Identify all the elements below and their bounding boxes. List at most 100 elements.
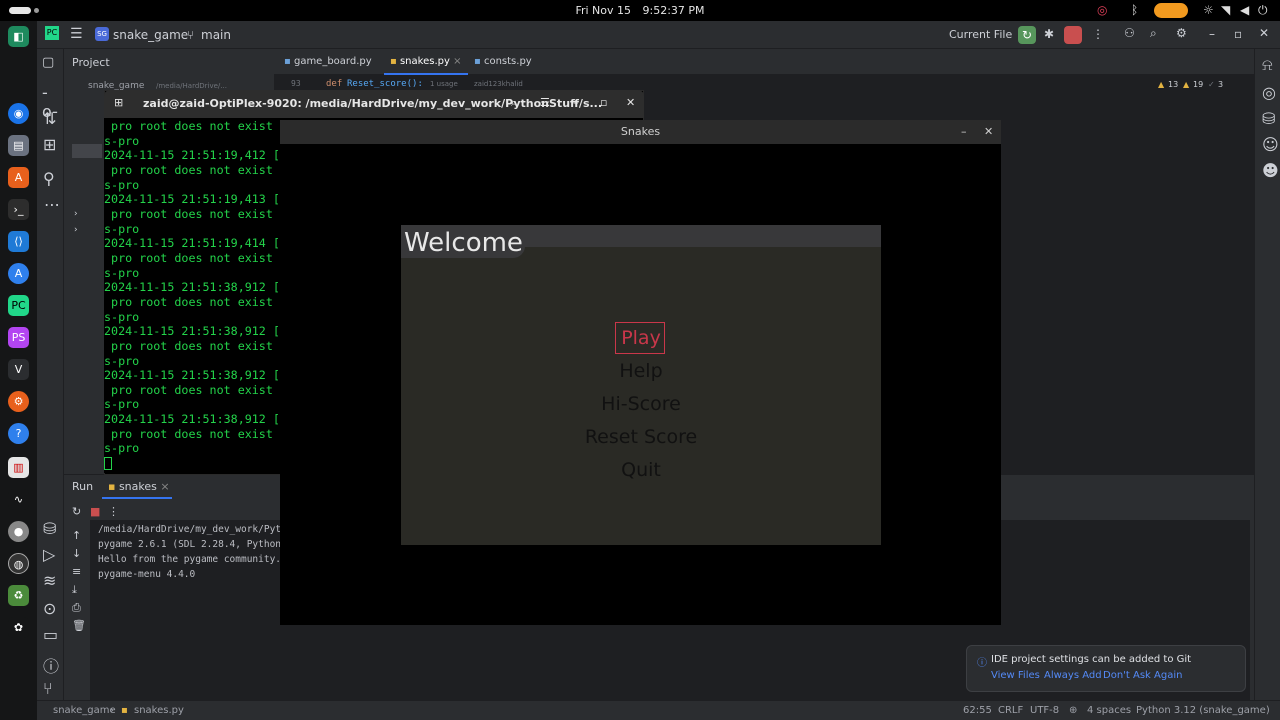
scroll-up-icon[interactable]: ↑: [72, 529, 81, 542]
interpreter-selector[interactable]: Python 3.12 (snake_game): [1136, 705, 1270, 716]
branch-switcher[interactable]: main: [201, 28, 231, 42]
quit-button[interactable]: Quit: [401, 459, 881, 481]
minimize-icon[interactable]: –: [573, 96, 579, 109]
app-center-icon[interactable]: A: [8, 167, 29, 188]
maximize-icon[interactable]: ▫: [600, 96, 607, 109]
notifications-icon[interactable]: ⍾: [1262, 55, 1273, 75]
brightness-icon[interactable]: ☼: [1203, 3, 1214, 17]
files-icon[interactable]: ▤: [8, 135, 29, 156]
help-icon[interactable]: ?: [8, 423, 29, 444]
layers-icon[interactable]: ≋: [43, 571, 56, 590]
breadcrumb-project[interactable]: snake_game: [53, 705, 116, 716]
tab-consts[interactable]: ▪ consts.py: [474, 56, 532, 67]
project-panel-title[interactable]: Project: [72, 56, 110, 69]
reset-score-button[interactable]: Reset Score: [401, 426, 881, 448]
close-icon[interactable]: ✕: [626, 96, 635, 109]
run-tab[interactable]: ▪ snakes ×: [108, 480, 170, 493]
soft-wrap-icon[interactable]: ≡: [72, 565, 81, 578]
main-menu-icon[interactable]: ☰: [70, 26, 83, 42]
close-icon[interactable]: ✕: [1259, 26, 1269, 40]
run-tool-icon[interactable]: ▷: [43, 545, 55, 564]
rerun-icon[interactable]: ↻: [72, 505, 81, 518]
show-apps-icon[interactable]: ✿: [8, 617, 29, 638]
pycharm-dock-icon[interactable]: ◧: [8, 26, 29, 47]
warning-icon[interactable]: ▲: [1158, 80, 1164, 89]
maximize-icon[interactable]: ▫: [1234, 27, 1242, 41]
project-switcher[interactable]: snake_game: [113, 28, 188, 42]
pycharm-logo-icon[interactable]: PC: [45, 26, 59, 40]
bluetooth-icon[interactable]: ᛒ: [1131, 3, 1138, 17]
structure-icon[interactable]: ⊞: [43, 135, 56, 154]
chromium-icon[interactable]: ◉: [8, 103, 29, 124]
play-button[interactable]: Play: [401, 327, 881, 349]
hi-score-button[interactable]: Hi-Score: [401, 393, 881, 415]
search-icon[interactable]: ⌕: [1150, 26, 1157, 41]
stop-button[interactable]: [1064, 26, 1082, 44]
typo-icon[interactable]: ✓: [1208, 80, 1215, 89]
tree-selection[interactable]: [72, 144, 102, 158]
more-icon[interactable]: ⋮: [1092, 27, 1104, 41]
stop-icon[interactable]: ■: [90, 505, 100, 518]
screen-share-indicator[interactable]: [1154, 3, 1188, 18]
new-tab-icon[interactable]: ⊞: [114, 96, 123, 109]
help-button[interactable]: Help: [401, 360, 881, 382]
system-monitor-icon[interactable]: ∿: [8, 489, 29, 510]
obs-icon[interactable]: ◍: [8, 553, 29, 574]
vim-icon[interactable]: V: [8, 359, 29, 380]
record-icon[interactable]: ◎: [1097, 3, 1107, 17]
folder-icon[interactable]: ▢: [42, 55, 54, 70]
file-encoding[interactable]: UTF-8: [1030, 705, 1059, 716]
more-icon[interactable]: ⋮: [108, 505, 119, 518]
copilot-icon[interactable]: ☺: [1262, 135, 1279, 154]
debug-icon[interactable]: ✱: [1044, 27, 1054, 41]
tab-snakes[interactable]: ▪ snakes.py ×: [390, 56, 461, 67]
terminal-tool-icon[interactable]: ▭: [43, 625, 58, 644]
close-icon[interactable]: ✕: [984, 120, 993, 144]
terminal-icon[interactable]: ›_: [8, 199, 29, 220]
view-files-link[interactable]: View Files: [991, 670, 1040, 681]
settings-icon[interactable]: ⚙: [8, 391, 29, 412]
disk-icon[interactable]: ●: [8, 521, 29, 542]
tab-close-icon[interactable]: ×: [453, 56, 461, 67]
menu-icon[interactable]: ☰: [540, 96, 550, 109]
android-studio-icon[interactable]: A: [8, 263, 29, 284]
database-icon[interactable]: ⛁: [1262, 109, 1275, 128]
minimize-icon[interactable]: –: [961, 120, 967, 144]
python-packages-icon[interactable]: ⛁: [43, 519, 56, 538]
line-separator[interactable]: CRLF: [998, 705, 1023, 716]
tree-expander[interactable]: ›: [74, 209, 78, 219]
problems-icon[interactable]: ⓘ: [43, 653, 59, 677]
tab-close-icon[interactable]: ×: [160, 480, 169, 493]
phpstorm-icon[interactable]: PS: [8, 327, 29, 348]
search-icon[interactable]: ⌕: [511, 96, 517, 110]
minimize-icon[interactable]: –: [1209, 27, 1215, 41]
code-function-name[interactable]: Reset_score():: [347, 79, 423, 89]
pycharm-icon[interactable]: PC: [8, 295, 29, 316]
indent-setting[interactable]: 4 spaces: [1087, 705, 1131, 716]
clear-icon[interactable]: 🗑: [72, 619, 86, 632]
scroll-down-icon[interactable]: ↓: [72, 547, 81, 560]
author-hint[interactable]: zaid123khalid: [474, 80, 523, 88]
pull-request-icon[interactable]: ⇅: [43, 109, 56, 128]
more-tools-icon[interactable]: ⋯: [44, 195, 60, 214]
gear-icon[interactable]: ⚙: [1176, 26, 1187, 40]
lock-icon[interactable]: ⊕: [1069, 705, 1077, 716]
run-panel-title[interactable]: Run: [72, 480, 93, 493]
document-viewer-icon[interactable]: ▥: [8, 457, 29, 478]
rerun-icon[interactable]: ↻: [1018, 26, 1036, 44]
clock[interactable]: Fri Nov 15 9:52:37 PM: [0, 4, 1280, 17]
weak-warning-icon[interactable]: ▲: [1183, 80, 1189, 89]
terminal-output[interactable]: pro root does not exist /s s-pro 2024-11-1…: [104, 118, 282, 473]
copilot-chat-icon[interactable]: ☻: [1262, 161, 1279, 180]
dont-ask-again-link[interactable]: Don't Ask Again: [1103, 670, 1182, 681]
wifi-icon[interactable]: ◥: [1221, 3, 1230, 17]
volume-icon[interactable]: ◀: [1240, 3, 1249, 17]
always-add-link[interactable]: Always Add: [1044, 670, 1102, 681]
vscode-icon[interactable]: ⟨⟩: [8, 231, 29, 252]
ai-assistant-icon[interactable]: ◎: [1262, 83, 1276, 102]
tree-expander[interactable]: ›: [74, 225, 78, 235]
services-icon[interactable]: ⊙: [43, 599, 56, 618]
plugins-icon[interactable]: ⚲: [43, 169, 55, 188]
print-icon[interactable]: ⎙: [72, 601, 81, 615]
usage-hint[interactable]: 1 usage: [430, 80, 458, 88]
